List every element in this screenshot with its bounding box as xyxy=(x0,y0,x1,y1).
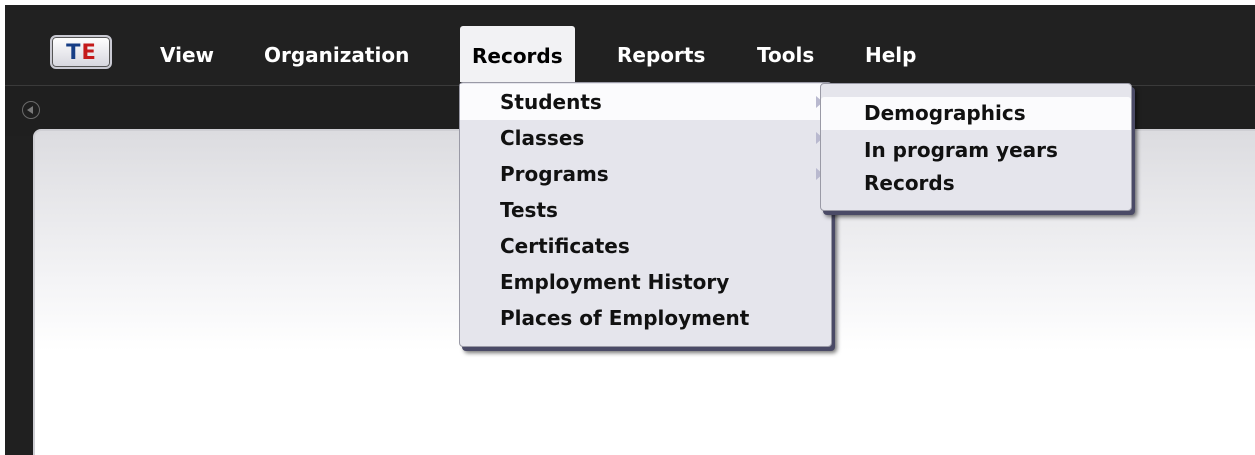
menu-view[interactable]: View xyxy=(148,25,226,85)
menu-item-label: Employment History xyxy=(500,270,730,294)
menu-item-label: Tests xyxy=(500,198,558,222)
submenu-item-records[interactable]: Records xyxy=(821,167,1131,200)
menu-bar: TE View Organization Records Reports Too… xyxy=(5,5,1255,85)
records-dropdown-menu: Students Classes Programs Tests Certific… xyxy=(459,82,832,347)
submenu-item-demographics[interactable]: Demographics xyxy=(821,97,1131,130)
menu-item-students[interactable]: Students xyxy=(460,84,831,120)
menu-item-places-of-employment[interactable]: Places of Employment xyxy=(460,300,831,336)
students-submenu: Demographics In program years Records xyxy=(820,83,1132,211)
menu-item-programs[interactable]: Programs xyxy=(460,156,831,192)
submenu-item-in-program-years[interactable]: In program years xyxy=(821,134,1131,167)
menu-item-label: Places of Employment xyxy=(500,306,750,330)
menu-item-label: Certificates xyxy=(500,234,630,258)
menu-item-employment-history[interactable]: Employment History xyxy=(460,264,831,300)
menu-tools[interactable]: Tools xyxy=(745,25,826,85)
menu-item-tests[interactable]: Tests xyxy=(460,192,831,228)
menu-item-certificates[interactable]: Certificates xyxy=(460,228,831,264)
logo-letter-t: T xyxy=(66,40,82,64)
menu-reports[interactable]: Reports xyxy=(605,25,717,85)
menu-records[interactable]: Records xyxy=(460,26,575,82)
menu-organization[interactable]: Organization xyxy=(252,25,421,85)
menu-item-label: Programs xyxy=(500,162,609,186)
collapse-left-icon[interactable] xyxy=(22,101,40,119)
te-logo[interactable]: TE xyxy=(50,35,112,69)
menu-item-label: Students xyxy=(500,90,602,114)
menu-help[interactable]: Help xyxy=(853,25,928,85)
menu-item-classes[interactable]: Classes xyxy=(460,120,831,156)
menu-item-label: Classes xyxy=(500,126,585,150)
logo-letter-e: E xyxy=(81,40,96,64)
app-window: TE View Organization Records Reports Too… xyxy=(5,5,1255,455)
